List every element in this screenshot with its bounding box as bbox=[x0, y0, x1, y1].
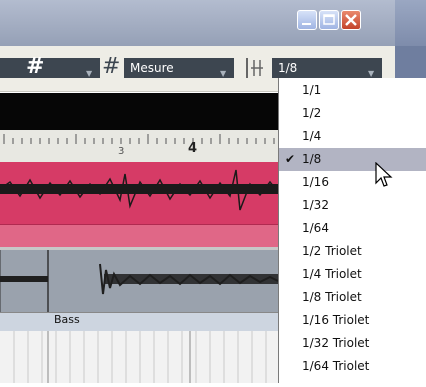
quantize-value: 1/8 bbox=[278, 61, 298, 75]
ruler-bar-3-label: 3 bbox=[118, 146, 125, 157]
grid-type-dropdown[interactable]: # ▼ bbox=[0, 54, 100, 79]
chevron-down-icon: ▼ bbox=[220, 69, 227, 78]
menu-item-1-64-triolet[interactable]: 1/64 Triolet bbox=[279, 355, 426, 378]
menu-item-label: 1/64 Triolet bbox=[302, 359, 370, 373]
snap-type-dropdown[interactable]: Mesure ▼ bbox=[124, 58, 234, 78]
menu-item-label: 1/8 bbox=[302, 152, 322, 166]
track-2-name: Bass bbox=[54, 313, 80, 326]
menu-item-label: 1/32 Triolet bbox=[302, 336, 370, 350]
menu-item-label: 1/1 bbox=[302, 83, 322, 97]
quantize-menu: 1/1 1/2 1/4 ✔ 1/8 1/16 1/32 1/64 1/2 Tri… bbox=[278, 78, 426, 383]
mouse-cursor-icon bbox=[375, 162, 393, 187]
menu-item-label: 1/4 bbox=[302, 129, 322, 143]
minimize-icon bbox=[302, 23, 311, 25]
minimize-button[interactable] bbox=[297, 10, 317, 30]
snap-type-value: Mesure bbox=[130, 61, 174, 75]
menu-item-1-4-triolet[interactable]: 1/4 Triolet bbox=[279, 263, 426, 286]
menu-item-1-8-triolet[interactable]: 1/8 Triolet bbox=[279, 286, 426, 309]
ruler-ticks bbox=[3, 134, 275, 144]
track-1-automation-strip bbox=[0, 224, 278, 248]
grid-lines bbox=[13, 331, 267, 383]
menu-item-1-2[interactable]: 1/2 bbox=[279, 102, 426, 125]
maximize-icon bbox=[323, 14, 335, 25]
track-2-event-label-bar bbox=[0, 312, 278, 332]
close-button[interactable] bbox=[341, 10, 361, 30]
quantize-dropdown[interactable]: 1/8 ▼ bbox=[272, 58, 382, 78]
menu-item-1-32-triolet[interactable]: 1/32 Triolet bbox=[279, 332, 426, 355]
menu-item-1-64[interactable]: 1/64 bbox=[279, 217, 426, 240]
menu-item-label: 1/64 bbox=[302, 221, 329, 235]
menu-item-1-4[interactable]: 1/4 bbox=[279, 125, 426, 148]
menu-item-1-2-triolet[interactable]: 1/2 Triolet bbox=[279, 240, 426, 263]
audio-event-track-2[interactable] bbox=[0, 250, 279, 312]
grid-icon: # bbox=[26, 54, 45, 79]
ruler-bar-4-label: 4 bbox=[188, 141, 198, 156]
menu-item-label: 1/8 Triolet bbox=[302, 290, 362, 304]
menu-item-1-1[interactable]: 1/1 bbox=[279, 79, 426, 102]
menu-item-1-16[interactable]: 1/16 bbox=[279, 171, 426, 194]
overview-bar bbox=[0, 93, 278, 130]
menu-item-label: 1/16 bbox=[302, 175, 329, 189]
empty-track-grid[interactable] bbox=[0, 331, 278, 383]
menu-item-1-16-triolet[interactable]: 1/16 Triolet bbox=[279, 309, 426, 332]
checkmark-icon: ✔ bbox=[285, 152, 296, 166]
audio-event-track-1[interactable] bbox=[0, 162, 279, 224]
snap-grid-icon: # bbox=[102, 54, 121, 79]
menu-item-label: 1/32 bbox=[302, 198, 329, 212]
waveform-track-2 bbox=[0, 250, 279, 312]
background-window-edge bbox=[395, 0, 426, 46]
menu-item-label: 1/4 Triolet bbox=[302, 267, 362, 281]
waveform-track-1 bbox=[0, 169, 279, 211]
chevron-down-icon: ▼ bbox=[86, 69, 93, 78]
menu-item-label: 1/16 Triolet bbox=[302, 313, 370, 327]
quantize-icon bbox=[246, 58, 263, 78]
close-icon bbox=[345, 14, 357, 26]
menu-item-label: 1/2 Triolet bbox=[302, 244, 362, 258]
menu-item-label: 1/2 bbox=[302, 106, 322, 120]
maximize-button[interactable] bbox=[319, 10, 339, 30]
menu-item-1-32[interactable]: 1/32 bbox=[279, 194, 426, 217]
menu-item-1-8[interactable]: ✔ 1/8 bbox=[279, 148, 426, 171]
